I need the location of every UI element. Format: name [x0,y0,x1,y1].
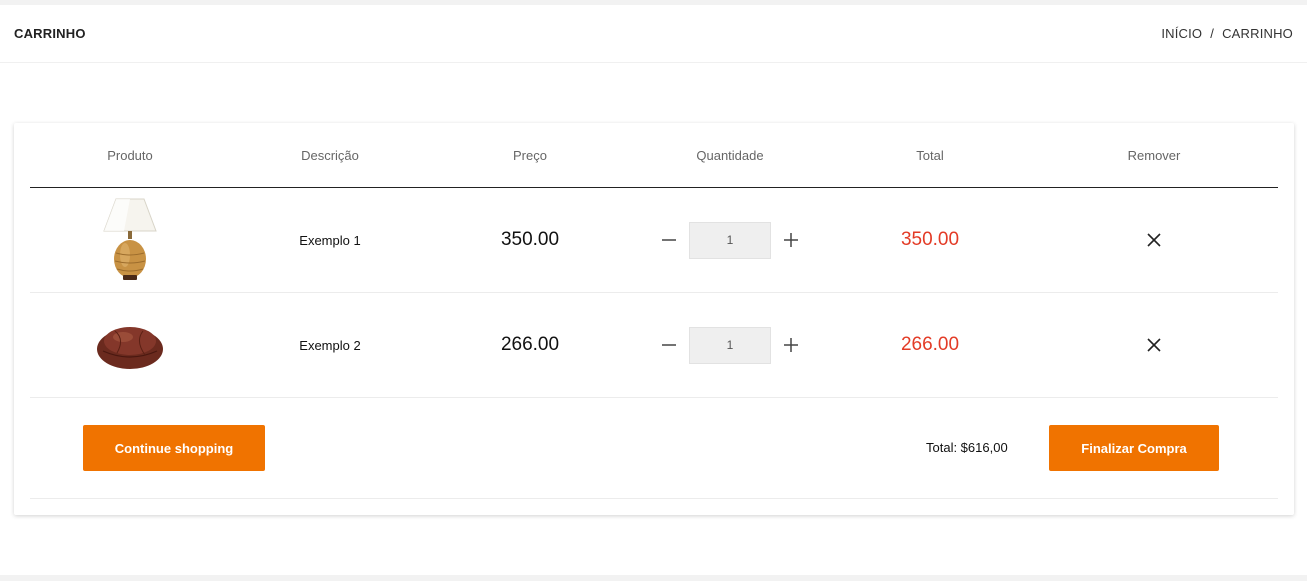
close-icon [1147,233,1161,247]
product-price: 266.00 [500,334,560,355]
quantity-stepper [630,221,830,259]
minus-icon [662,239,676,241]
grand-total: Total: $616,00 [926,440,1008,455]
page-header: CARRINHO INÍCIO / CARRINHO [0,5,1307,63]
plus-icon [784,233,798,247]
bottom-strip [0,575,1307,581]
close-icon [1147,338,1161,352]
column-header-remove: Remover [1127,147,1181,163]
breadcrumb-current: CARRINHO [1222,26,1293,41]
plus-icon [784,338,798,352]
column-header-price: Preço [513,147,547,163]
product-total: 350.00 [900,229,960,250]
column-header-quantity: Quantidade [696,147,764,163]
remove-item-button[interactable] [1030,232,1278,248]
quantity-stepper [630,326,830,364]
table-row: Exemplo 1 350.00 350.00 [30,188,1278,293]
cart-footer: Continue shopping Total: $616,00 Finaliz… [30,398,1278,499]
remove-item-button[interactable] [1030,337,1278,353]
quantity-input[interactable] [689,221,771,259]
product-description: Exemplo 1 [299,232,361,248]
checkout-button[interactable]: Finalizar Compra [1049,425,1219,471]
product-image-beanbag [30,317,230,373]
decrease-quantity-button[interactable] [649,327,689,363]
page-title: CARRINHO [14,26,86,41]
table-lamp-image [103,198,157,280]
cart-table: Produto Descrição Preço Quantidade Total… [30,123,1278,499]
breadcrumb-home-link[interactable]: INÍCIO [1161,26,1202,41]
product-price: 350.00 [500,229,560,250]
column-header-total: Total [916,147,944,163]
column-header-product: Produto [107,147,153,163]
table-row: Exemplo 2 266.00 266.00 [30,293,1278,398]
column-header-description: Descrição [301,147,359,163]
continue-shopping-button[interactable]: Continue shopping [83,425,265,471]
product-description: Exemplo 2 [299,337,361,353]
minus-icon [662,344,676,346]
breadcrumb-separator: / [1210,26,1215,41]
cart-card: Produto Descrição Preço Quantidade Total… [14,123,1294,515]
breadcrumb: INÍCIO / CARRINHO [1161,26,1293,41]
bean-bag-image [97,327,163,369]
product-total: 266.00 [900,334,960,355]
decrease-quantity-button[interactable] [649,222,689,258]
quantity-input[interactable] [689,326,771,364]
increase-quantity-button[interactable] [771,222,811,258]
table-header: Produto Descrição Preço Quantidade Total… [30,123,1278,188]
product-image-lamp [30,197,230,283]
increase-quantity-button[interactable] [771,327,811,363]
